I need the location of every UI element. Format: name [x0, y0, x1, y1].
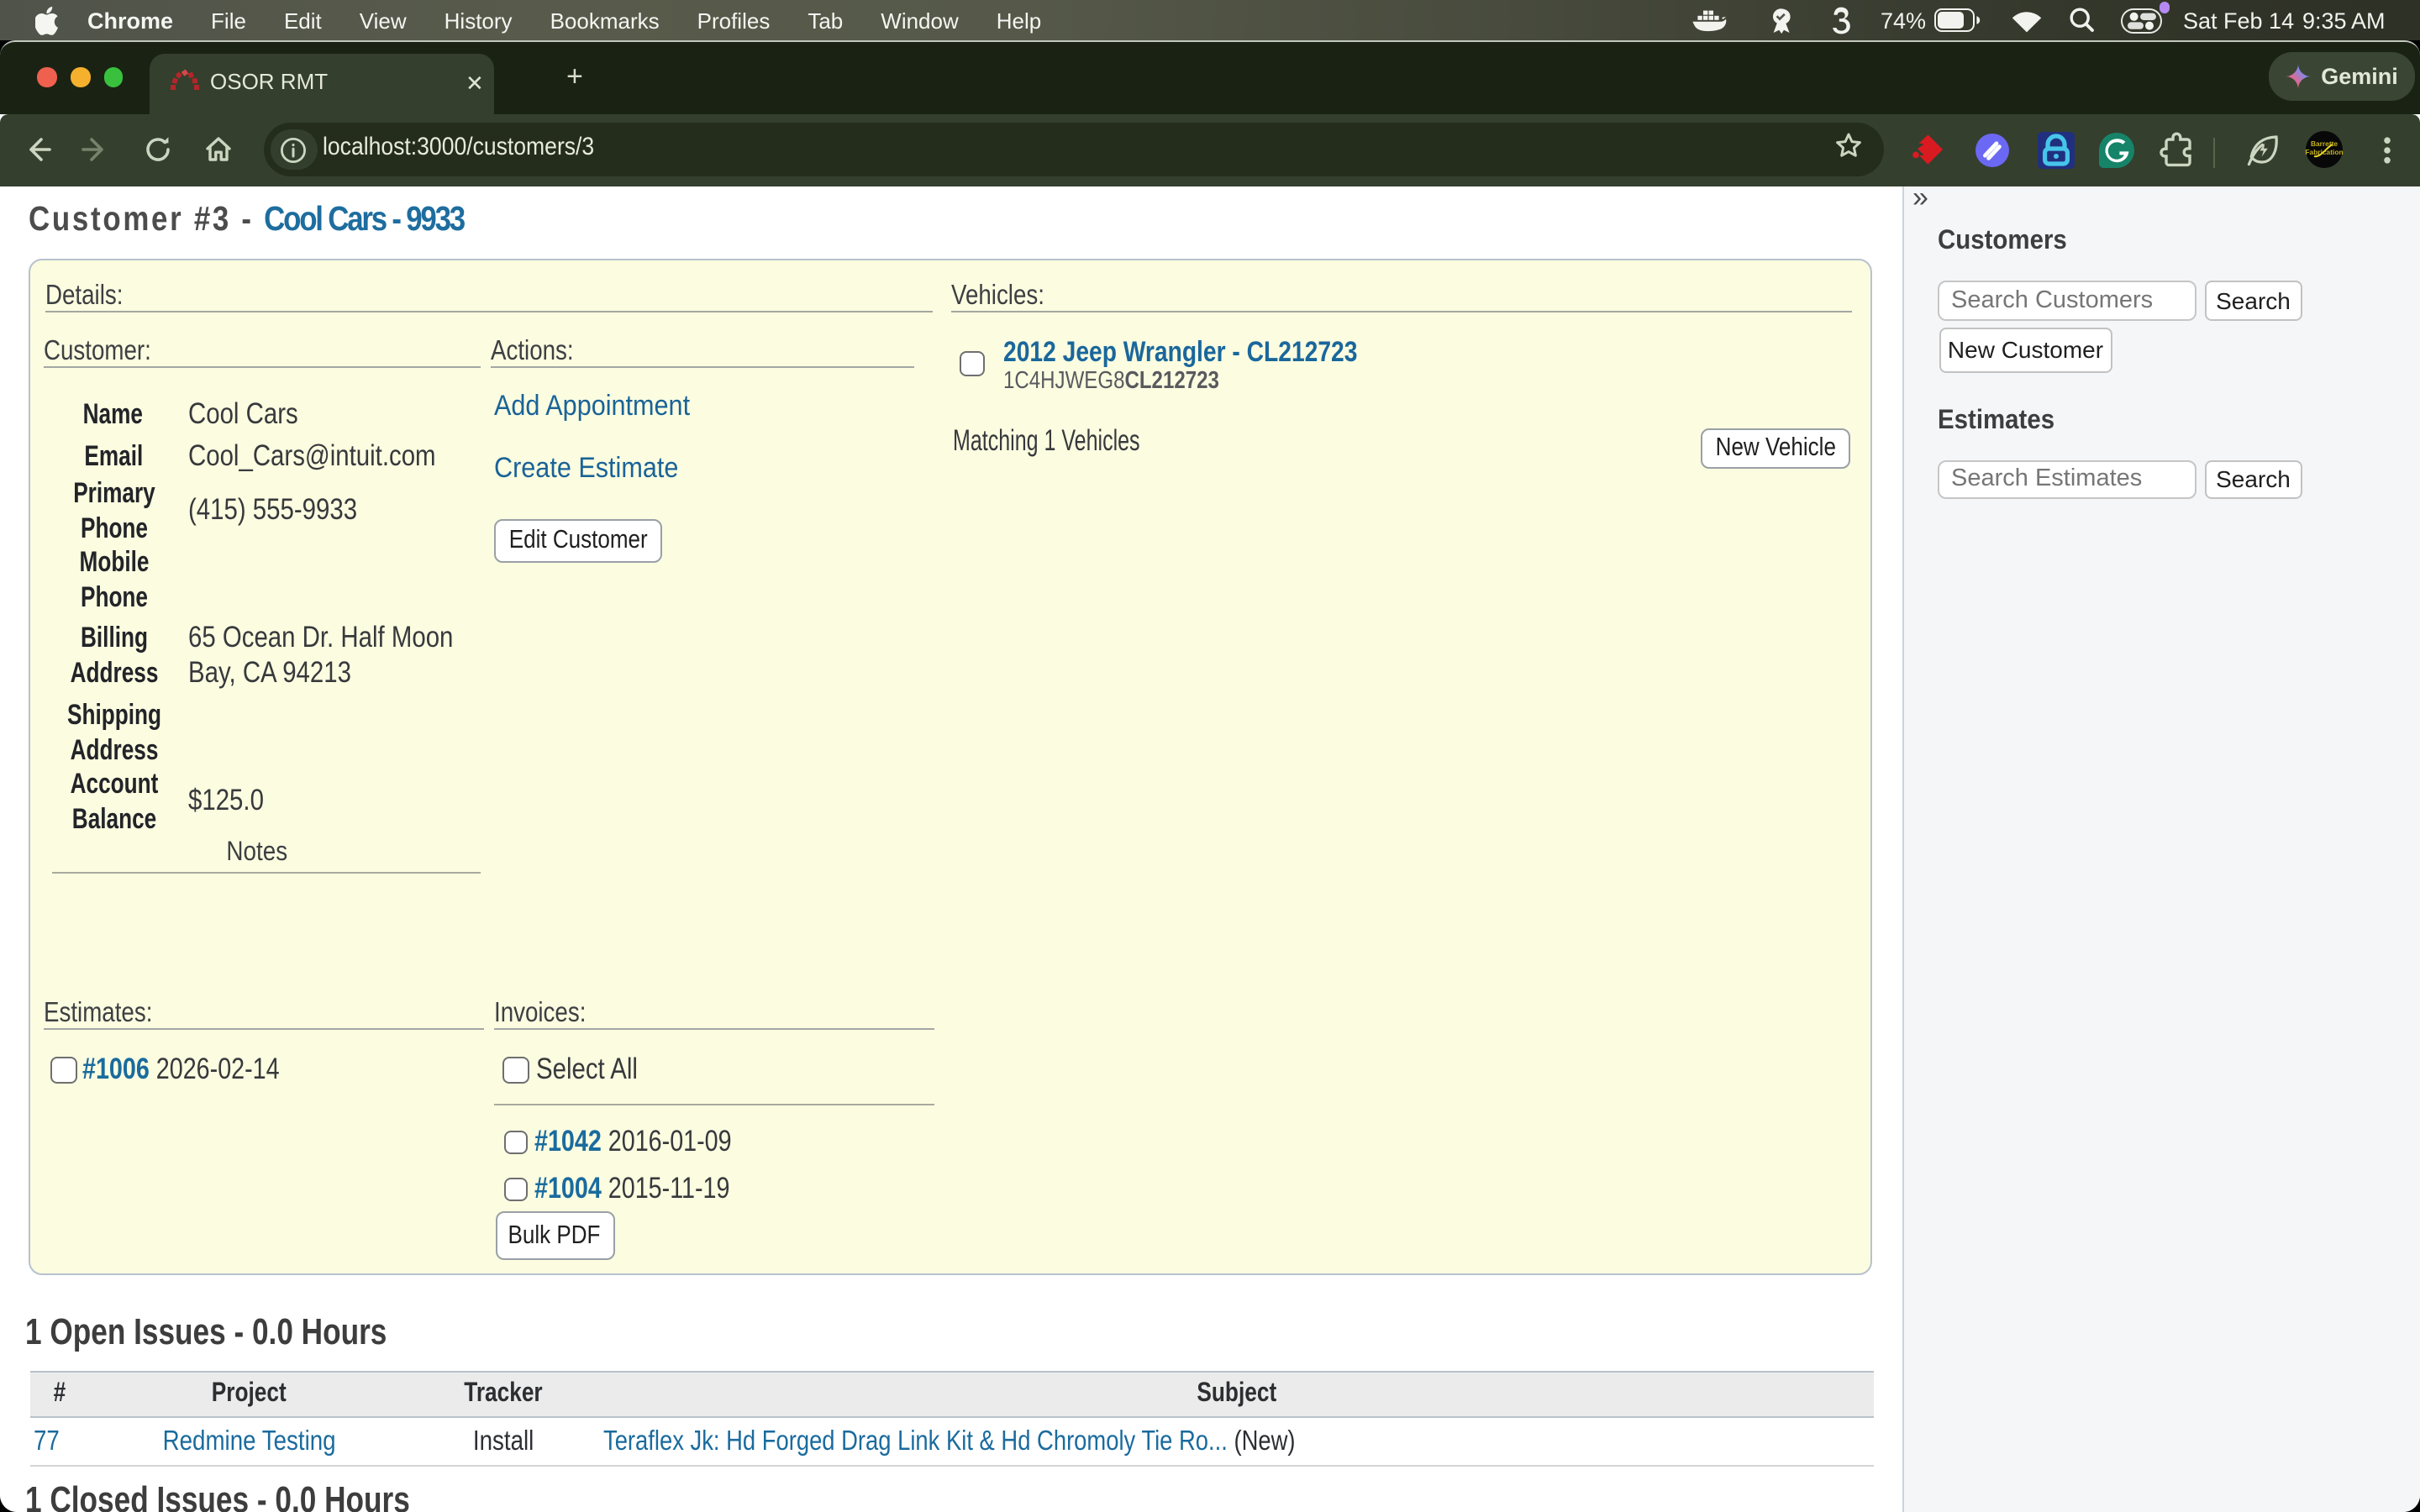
svg-text:Barrette: Barrette — [2311, 139, 2338, 148]
